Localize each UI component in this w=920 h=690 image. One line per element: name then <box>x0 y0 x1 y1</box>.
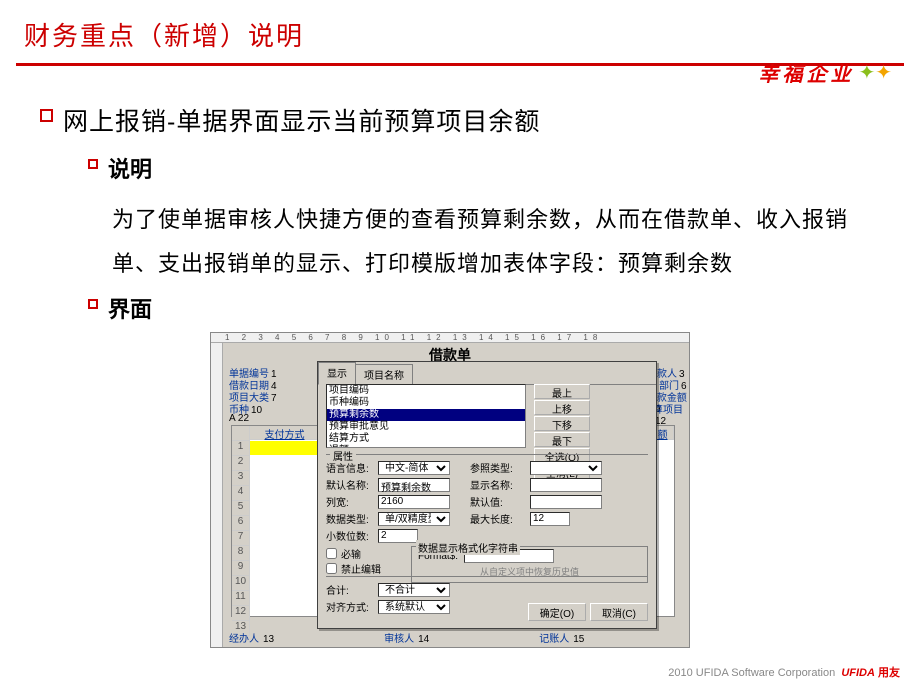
bullet-level1: 网上报销-单据界面显示当前预算项目余额 <box>40 102 920 138</box>
chk-required[interactable] <box>326 548 337 559</box>
width-input[interactable] <box>378 495 450 509</box>
dialog-tabs: 显示 项目名称 <box>318 362 656 385</box>
chk-readonly[interactable] <box>326 563 337 574</box>
chk-required-label: 必输 <box>341 546 361 561</box>
grid-row-number[interactable]: 10 <box>232 576 250 591</box>
corp-logo: 幸福企业 ✦✦ <box>758 58 892 87</box>
copyright-text: 2010 UFIDA Software Corporation <box>668 667 835 679</box>
btn-up[interactable]: 上移 <box>534 400 590 415</box>
sign-auditor: 审核人14 <box>384 630 429 645</box>
maxlen-label: 最大长度: <box>470 511 530 526</box>
grid-cell-highlight[interactable] <box>250 441 320 455</box>
corp-logo-icon: ✦✦ <box>858 60 892 85</box>
list-item[interactable]: 预算剩余数 <box>327 409 525 421</box>
grid-row-number[interactable]: 11 <box>232 591 250 606</box>
grid-row-number[interactable]: 1 <box>232 441 250 456</box>
grid-header-col1[interactable]: 支付方式 <box>250 426 320 440</box>
dispname-input[interactable] <box>530 478 602 492</box>
ok-button[interactable]: 确定(O) <box>528 603 586 621</box>
tab-itemname[interactable]: 项目名称 <box>355 364 413 384</box>
defval-input[interactable] <box>530 495 602 509</box>
list-item[interactable]: 预算审批意见 <box>327 421 525 433</box>
vertical-ruler <box>211 343 223 647</box>
defval-label: 默认值: <box>470 494 530 509</box>
ref-select[interactable] <box>530 461 602 475</box>
grid-row-number[interactable]: 2 <box>232 456 250 471</box>
property-group: 属性 语言信息: 中文-简体 参照类型: 默认名称: 预算剩余数 显示名称: 列… <box>326 454 648 583</box>
btn-bottom[interactable]: 最下 <box>534 432 590 447</box>
align-label: 对齐方式: <box>326 599 378 614</box>
fmt-group-label: 数据显示格式化字符串 <box>416 540 520 555</box>
dtype-label: 数据类型: <box>326 511 378 526</box>
width-label: 列宽: <box>326 494 378 509</box>
sum-select[interactable]: 不合计 <box>378 583 450 597</box>
app-screenshot: 1 2 3 4 5 6 7 8 9 10 11 12 13 14 15 16 1… <box>210 332 690 648</box>
grid-row-number[interactable]: 12 <box>232 606 250 621</box>
grid-row-number[interactable] <box>232 426 250 441</box>
grid-row-number[interactable]: 9 <box>232 561 250 576</box>
dec-input[interactable] <box>378 529 418 543</box>
grid-row-number[interactable]: 7 <box>232 531 250 546</box>
list-item[interactable]: 项目编码 <box>327 385 525 397</box>
brand-cn: 用友 <box>878 667 900 679</box>
square-bullet-icon <box>40 109 53 122</box>
btn-down[interactable]: 下移 <box>534 416 590 431</box>
field-a22: A 22 <box>229 413 249 424</box>
sum-label: 合计: <box>326 582 378 597</box>
maxlen-input[interactable] <box>530 512 570 526</box>
description-text: 为了使单据审核人快捷方便的查看预算剩余数，从而在借款单、收入报销单、支出报销单的… <box>112 198 860 286</box>
field-settings-dialog: 显示 项目名称 项目编码 币种编码 预算剩余数 预算审批意见 结算方式 退额 最… <box>317 361 657 629</box>
dispname-label: 显示名称: <box>470 477 530 492</box>
field-listbox[interactable]: 项目编码 币种编码 预算剩余数 预算审批意见 结算方式 退额 <box>326 384 526 448</box>
dtype-select[interactable]: 单/双精度型 <box>378 512 450 526</box>
grid-row-number[interactable]: 6 <box>232 516 250 531</box>
dialog-action-buttons: 确定(O) 取消(C) <box>528 603 648 622</box>
dec-label: 小数位数: <box>326 528 378 543</box>
doc-sign-row: 经办人13 审核人14 记账人15 <box>229 630 685 645</box>
list-item[interactable]: 结算方式 <box>327 433 525 445</box>
grid-row-number[interactable]: 8 <box>232 546 250 561</box>
cancel-button[interactable]: 取消(C) <box>590 603 648 621</box>
sign-booker: 记账人15 <box>539 630 584 645</box>
brand-en: UFIDA <box>841 667 875 679</box>
ref-label: 参照类型: <box>470 460 530 475</box>
horizontal-ruler: 1 2 3 4 5 6 7 8 9 10 11 12 13 14 15 16 1… <box>211 333 689 343</box>
list-item[interactable]: 退额 <box>327 445 525 448</box>
chk-readonly-label: 禁止编辑 <box>341 561 381 576</box>
square-bullet-small-icon <box>88 299 98 309</box>
bullet-level1-text: 网上报销-单据界面显示当前预算项目余额 <box>63 102 540 138</box>
tab-display[interactable]: 显示 <box>318 362 356 385</box>
square-bullet-small-icon <box>88 159 98 169</box>
field-item: 算项目12 <box>653 401 689 427</box>
bullet-level2-shuoming: 说明 <box>88 152 920 184</box>
list-item[interactable]: 币种编码 <box>327 397 525 409</box>
defname-field: 预算剩余数 <box>378 478 450 492</box>
grid-row-number[interactable]: 4 <box>232 486 250 501</box>
bullet-level2-label: 说明 <box>108 152 152 184</box>
grid-row-number[interactable]: 3 <box>232 471 250 486</box>
sign-operator: 经办人13 <box>229 630 274 645</box>
slide-title: 财务重点（新增）说明 <box>0 0 920 53</box>
bullet-level2-label: 界面 <box>108 292 152 324</box>
btn-top[interactable]: 最上 <box>534 384 590 399</box>
grid-row-number[interactable]: 5 <box>232 501 250 516</box>
align-select[interactable]: 系统默认 <box>378 600 450 614</box>
lang-select[interactable]: 中文-简体 <box>378 461 450 475</box>
defname-label: 默认名称: <box>326 477 378 492</box>
corp-logo-text: 幸福企业 <box>758 58 854 87</box>
bullet-level2-jiemian: 界面 <box>88 292 920 324</box>
page-footer: 2010 UFIDA Software Corporation UFIDA 用友 <box>668 664 900 680</box>
group-label-attrs: 属性 <box>330 448 356 463</box>
